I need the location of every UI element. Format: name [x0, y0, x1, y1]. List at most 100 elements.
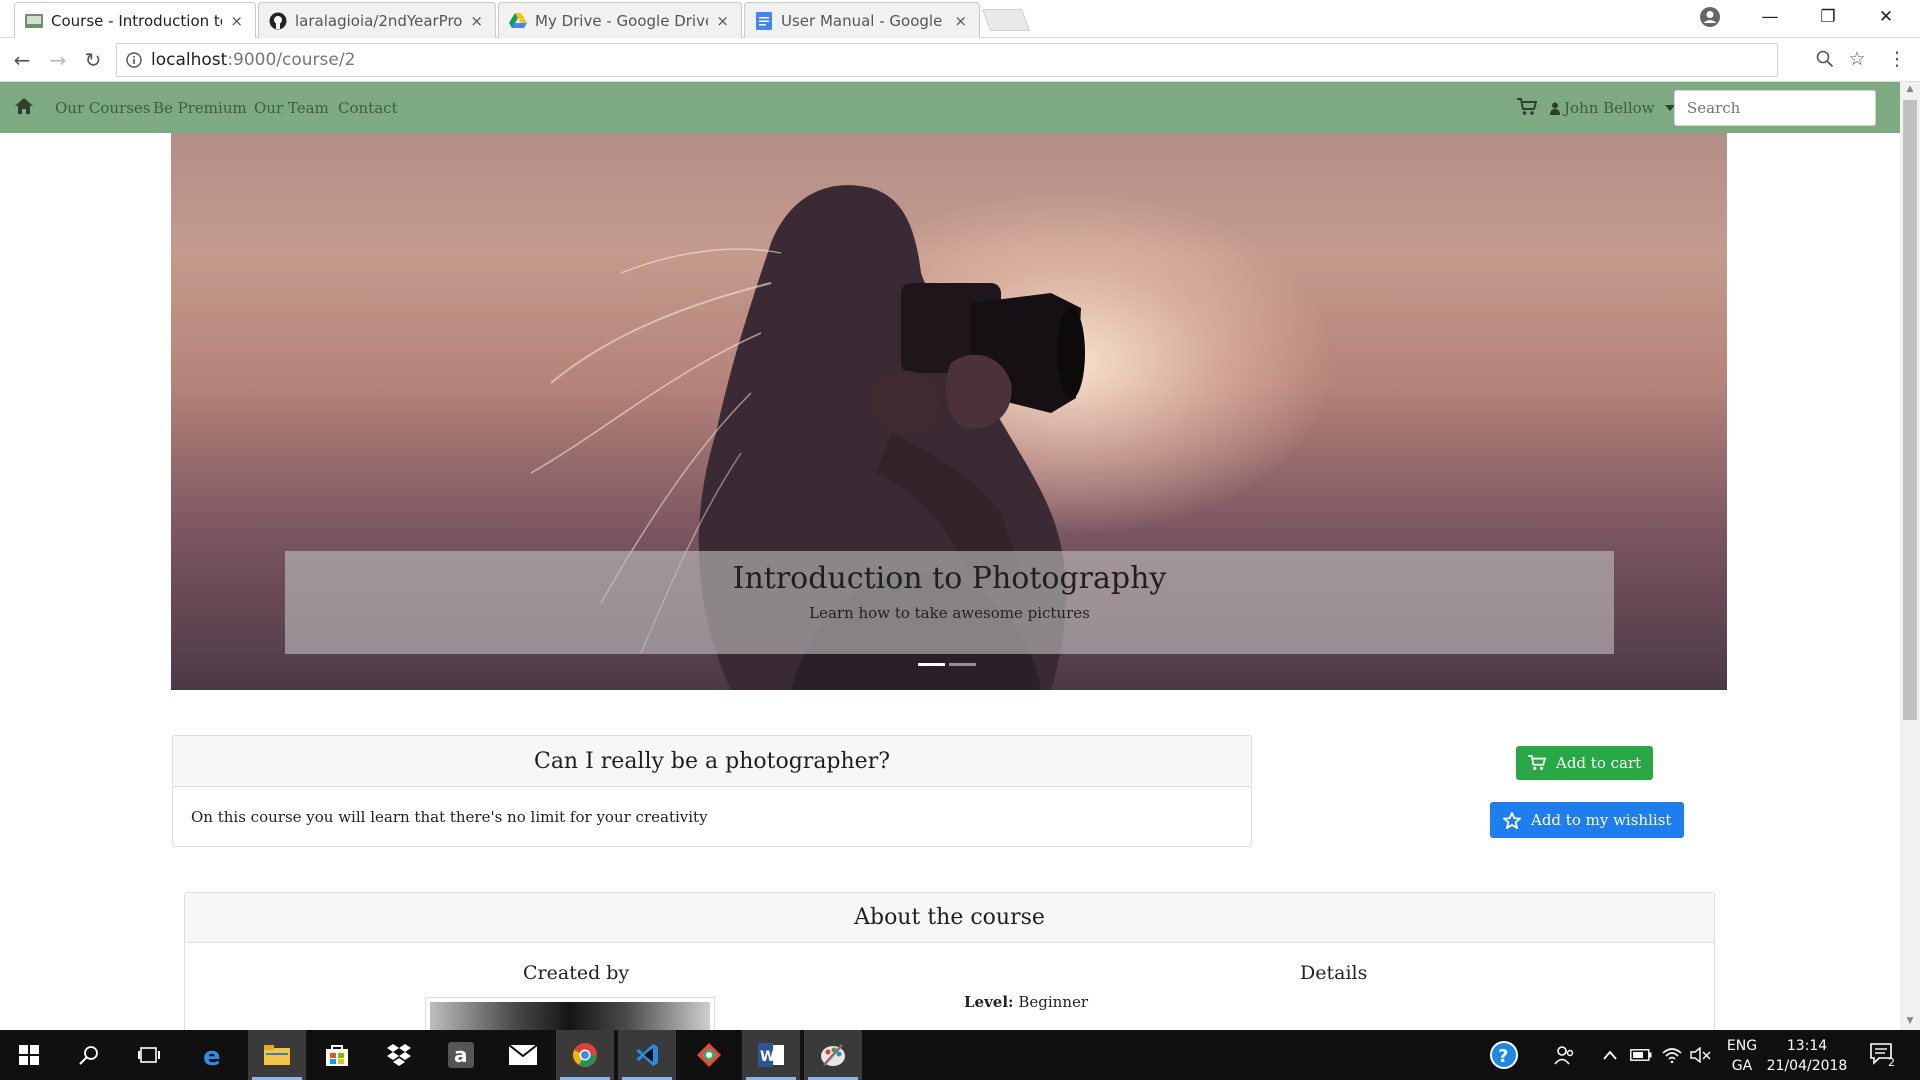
tab-title: Course - Introduction to: [51, 11, 223, 30]
url-host: localhost: [151, 50, 228, 70]
created-by-label: Created by: [523, 962, 630, 984]
edge-icon[interactable]: e: [184, 1030, 242, 1080]
nav-link-contact[interactable]: Contact: [338, 99, 398, 117]
home-icon[interactable]: [14, 96, 34, 116]
add-to-wishlist-label: Add to my wishlist: [1531, 811, 1672, 829]
show-hidden-icons-chevron-icon[interactable]: [1603, 1030, 1617, 1080]
google-docs-icon: [755, 11, 773, 30]
browser-toolbar: ← → ↻ localhost:9000/course/2 ☆ ⋮: [0, 38, 1920, 82]
cart-icon: [1528, 755, 1546, 770]
scroll-down-arrow-icon[interactable]: ▼: [1904, 1016, 1916, 1028]
reload-icon[interactable]: ↻: [79, 46, 107, 74]
bookmark-star-icon[interactable]: ☆: [1844, 46, 1870, 72]
tab-title: My Drive - Google Drive: [535, 11, 709, 30]
windows-taskbar: e a W ? ENG GA 13:14 21/04/2018 2: [0, 1030, 1920, 1080]
tab-github[interactable]: laralagioia/2ndYearProje ×: [258, 2, 496, 38]
scroll-up-arrow-icon[interactable]: ▲: [1904, 84, 1916, 96]
new-tab-button[interactable]: [981, 9, 1031, 31]
maximize-button[interactable]: ❐: [1799, 0, 1857, 34]
svg-text:?: ?: [1498, 1046, 1508, 1067]
cart-icon[interactable]: [1517, 98, 1537, 116]
git-kraken-icon[interactable]: [680, 1030, 738, 1080]
forward-arrow-icon[interactable]: →: [44, 46, 72, 74]
url-path: :9000/course/2: [227, 50, 356, 70]
user-name: John Bellow: [1564, 99, 1655, 117]
file-explorer-icon[interactable]: [248, 1030, 306, 1080]
paint-icon[interactable]: [804, 1030, 862, 1080]
user-icon: [1550, 102, 1560, 115]
tab-close-icon[interactable]: ×: [230, 12, 243, 30]
people-icon[interactable]: [1554, 1030, 1576, 1080]
level-label: Level:: [964, 993, 1014, 1011]
user-dropdown[interactable]: John Bellow: [1550, 99, 1675, 117]
tab-title: laralagioia/2ndYearProje: [295, 11, 463, 30]
carousel-indicators: [918, 663, 976, 666]
github-icon: [269, 12, 287, 30]
amazon-icon[interactable]: a: [432, 1030, 490, 1080]
details-label: Details: [1300, 962, 1368, 984]
caret-down-icon: [1664, 105, 1675, 111]
hero-title: Introduction to Photography: [732, 561, 1167, 596]
address-bar[interactable]: localhost:9000/course/2: [116, 43, 1778, 77]
about-course-title: About the course: [185, 893, 1714, 943]
svg-text:W: W: [760, 1049, 775, 1065]
about-course-card: About the course Created by Details Leve…: [184, 892, 1715, 1057]
vscode-icon[interactable]: [618, 1030, 676, 1080]
browser-tab-strip: Course - Introduction to × laralagioia/2…: [0, 0, 1920, 38]
carousel-indicator-2[interactable]: [949, 663, 976, 666]
clock-date: 21/04/2018: [1766, 1058, 1848, 1074]
tab-course[interactable]: Course - Introduction to ×: [14, 2, 256, 38]
level-value: Beginner: [1018, 993, 1089, 1011]
word-icon[interactable]: W: [742, 1030, 800, 1080]
question-card-title: Can I really be a photographer?: [173, 736, 1251, 787]
tab-close-icon[interactable]: ×: [470, 12, 483, 30]
hero-carousel[interactable]: Introduction to Photography Learn how to…: [171, 133, 1727, 690]
course-level: Level: Beginner: [964, 993, 1088, 1011]
wifi-icon[interactable]: [1662, 1030, 1682, 1080]
chrome-menu-icon[interactable]: ⋮: [1884, 46, 1910, 72]
back-arrow-icon[interactable]: ←: [8, 46, 36, 74]
site-info-icon[interactable]: [117, 52, 151, 68]
keyboard-layout: GA: [1731, 1058, 1753, 1074]
input-language-indicator[interactable]: ENG GA: [1722, 1036, 1762, 1076]
tab-google-docs[interactable]: User Manual - Google Do ×: [744, 2, 980, 38]
add-to-cart-button[interactable]: Add to cart: [1516, 746, 1654, 780]
action-center-icon[interactable]: 2: [1870, 1030, 1895, 1080]
nav-link-our-team[interactable]: Our Team: [254, 99, 329, 117]
site-navbar: Our Courses Be Premium Our Team Contact …: [0, 82, 1900, 133]
mail-icon[interactable]: [494, 1030, 552, 1080]
profile-icon[interactable]: [1699, 6, 1721, 28]
question-card: Can I really be a photographer? On this …: [172, 735, 1252, 847]
scrollbar-thumb[interactable]: [1903, 100, 1917, 720]
dropbox-icon[interactable]: [370, 1030, 428, 1080]
svg-text:a: a: [454, 1043, 468, 1067]
clock-time: 13:14: [1786, 1038, 1828, 1054]
volume-muted-icon[interactable]: [1690, 1030, 1712, 1080]
add-to-wishlist-button[interactable]: Add to my wishlist: [1490, 802, 1685, 838]
nav-link-our-courses[interactable]: Our Courses: [55, 99, 151, 117]
task-view-icon[interactable]: [120, 1030, 178, 1080]
tab-title: User Manual - Google Do: [781, 11, 946, 30]
taskbar-clock[interactable]: 13:14 21/04/2018: [1762, 1036, 1852, 1076]
windows-start-icon[interactable]: [0, 1030, 58, 1080]
chrome-icon[interactable]: [556, 1030, 614, 1080]
minimize-button[interactable]: —: [1741, 0, 1799, 34]
star-icon: [1503, 811, 1521, 829]
add-to-cart-label: Add to cart: [1556, 754, 1642, 772]
carousel-indicator-1[interactable]: [918, 663, 945, 666]
nav-link-be-premium[interactable]: Be Premium: [153, 99, 247, 117]
search-input[interactable]: [1674, 90, 1876, 126]
notification-count: 2: [1888, 1055, 1895, 1069]
tab-google-drive[interactable]: My Drive - Google Drive ×: [498, 2, 742, 38]
battery-icon[interactable]: [1630, 1030, 1652, 1080]
tab-close-icon[interactable]: ×: [716, 12, 729, 30]
store-icon[interactable]: [308, 1030, 366, 1080]
search-icon[interactable]: [60, 1030, 118, 1080]
page-scrollbar[interactable]: ▲ ▼: [1900, 82, 1920, 1030]
help-icon[interactable]: ?: [1490, 1030, 1518, 1080]
svg-text:e: e: [203, 1043, 221, 1067]
zoom-icon[interactable]: [1812, 46, 1838, 72]
close-window-button[interactable]: ✕: [1857, 0, 1915, 34]
course-favicon-icon: [25, 12, 43, 30]
tab-close-icon[interactable]: ×: [954, 12, 967, 30]
